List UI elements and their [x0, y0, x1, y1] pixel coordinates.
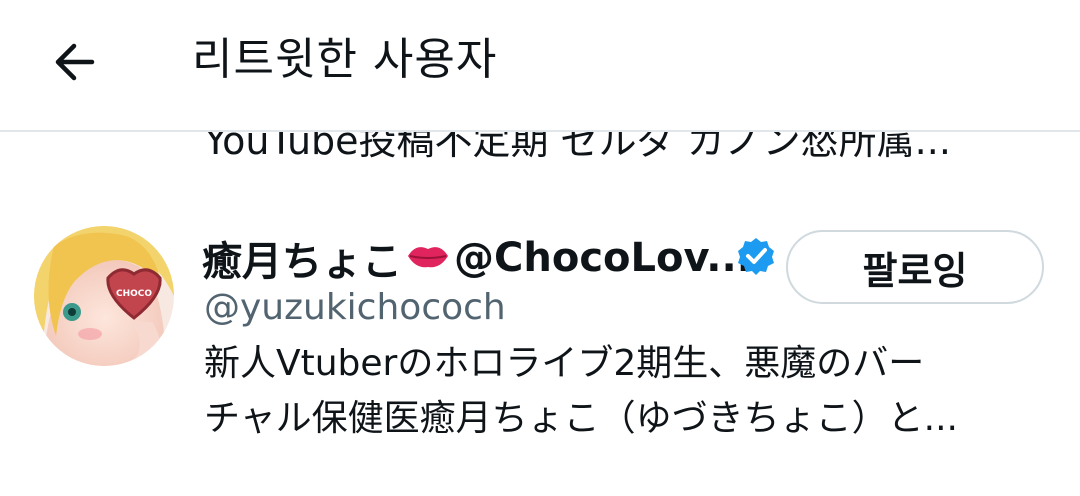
top-app-bar: 리트윗한 사용자 — [0, 0, 1080, 132]
verified-badge-icon — [738, 238, 774, 275]
display-name[interactable]: 癒月ちょこ @ChocoLov... — [202, 230, 752, 286]
bio-line-1: 新人Vtuberのホロライブ2期生、悪魔のバー — [204, 343, 925, 384]
following-button[interactable]: 팔로잉 — [786, 230, 1044, 304]
lips-kiss-icon — [406, 241, 450, 275]
bio-line-2: チャル保健医癒月ちょこ（ゆづきちょこ）と... — [204, 398, 958, 439]
page-title: 리트윗한 사용자 — [192, 34, 498, 85]
display-name-suffix: @ChocoLov... — [454, 235, 752, 281]
user-list-item[interactable]: CHOCO 癒月ちょこ @ChocoLov... 팔로잉 @yuzukichoc… — [0, 212, 1080, 496]
avatar-label: CHOCO — [116, 289, 152, 299]
avatar[interactable]: CHOCO — [34, 226, 174, 366]
display-name-text: 癒月ちょこ — [202, 239, 402, 285]
user-handle: @yuzukichococh — [204, 287, 506, 328]
user-bio: 新人Vtuberのホロライブ2期生、悪魔のバー チャル保健医癒月ちょこ（ゆづきち… — [204, 336, 1044, 446]
arrow-left-icon — [55, 43, 95, 81]
back-button[interactable] — [48, 36, 100, 88]
